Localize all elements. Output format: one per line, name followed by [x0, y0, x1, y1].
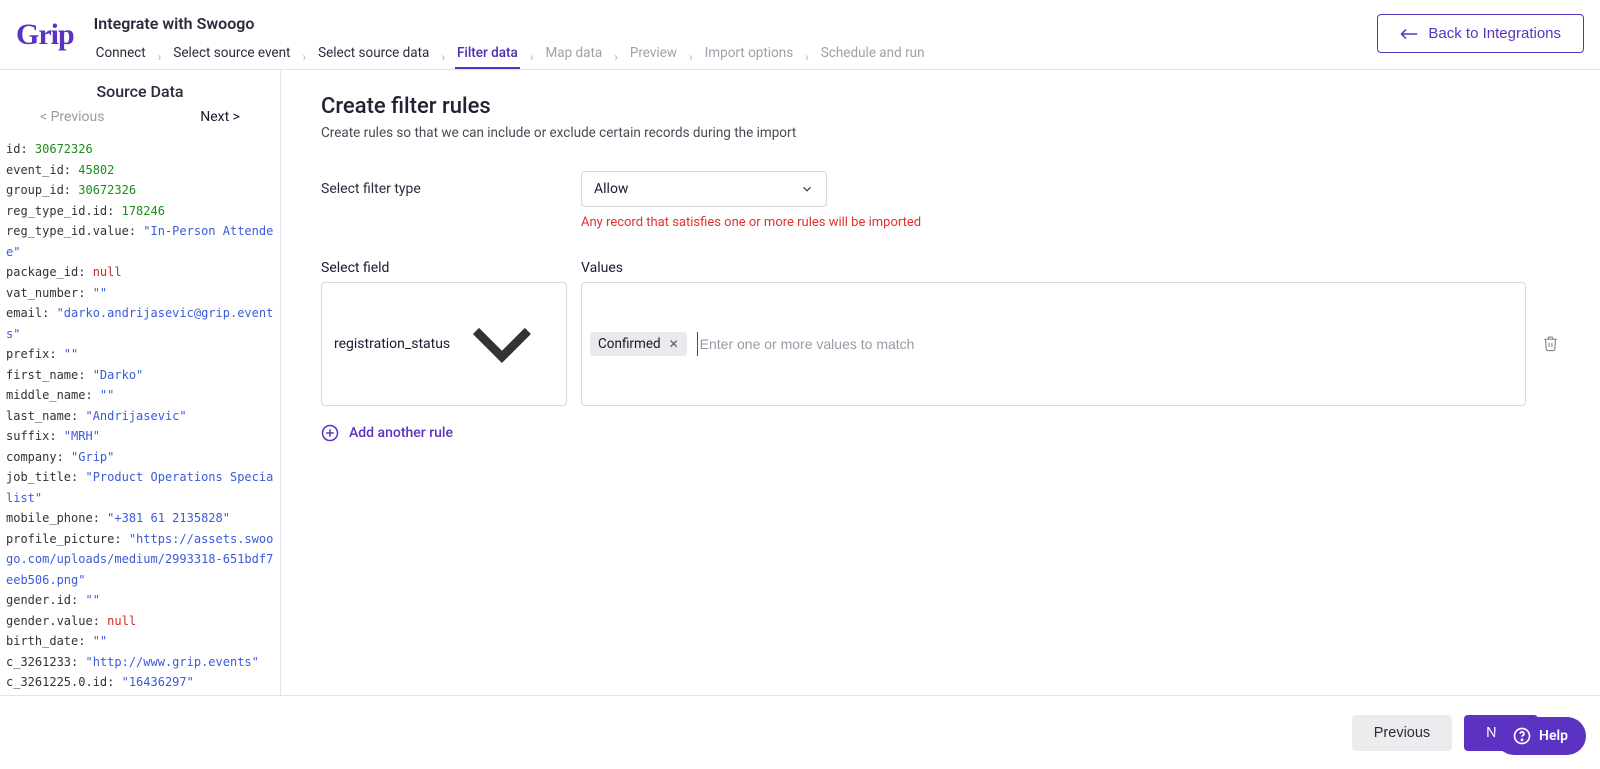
- json-line: birth_date: "": [6, 631, 274, 652]
- filter-type-help: Any record that satisfies one or more ru…: [581, 215, 1560, 230]
- json-line: mobile_phone: "+381 61 2135828": [6, 508, 274, 529]
- json-line: reg_type_id.id: 178246: [6, 201, 274, 222]
- crumb-select-source-data[interactable]: Select source data: [316, 45, 431, 69]
- chevron-down-icon: [450, 292, 554, 396]
- value-chip: Confirmed ✕: [590, 332, 687, 356]
- rule-values-input[interactable]: Confirmed ✕: [581, 282, 1526, 406]
- page-title: Integrate with Swoogo: [94, 14, 927, 33]
- crumb-select-source-event[interactable]: Select source event: [171, 45, 292, 69]
- source-data-nav: < Previous Next >: [0, 105, 280, 135]
- arrow-left-icon: [1400, 27, 1418, 41]
- json-line: last_name: "Andrijasevic": [6, 406, 274, 427]
- crumb-import-options: Import options: [703, 45, 796, 69]
- logo: Grip: [16, 14, 74, 52]
- chevron-right-icon: ›: [441, 50, 445, 64]
- chevron-right-icon: ›: [530, 50, 534, 64]
- help-fab[interactable]: Help: [1495, 717, 1586, 755]
- json-line: event_id: 45802: [6, 160, 274, 181]
- json-line: group_id: 30672326: [6, 180, 274, 201]
- rule-field-select[interactable]: registration_status: [321, 282, 567, 406]
- previous-button[interactable]: Previous: [1352, 715, 1452, 751]
- source-data-panel: Source Data < Previous Next > id: 306723…: [0, 70, 281, 695]
- chevron-down-icon: [800, 182, 814, 196]
- json-line: gender.value: null: [6, 611, 274, 632]
- source-data-title: Source Data: [0, 70, 280, 105]
- filter-type-value: Allow: [594, 181, 628, 197]
- chevron-right-icon: ›: [689, 50, 693, 64]
- filter-type-select[interactable]: Allow: [581, 171, 827, 207]
- json-line: gender.id: "": [6, 590, 274, 611]
- delete-rule-button[interactable]: [1540, 282, 1560, 406]
- breadcrumb: Connect › Select source event › Select sourc…: [94, 45, 927, 69]
- chevron-right-icon: ›: [805, 50, 809, 64]
- help-fab-label: Help: [1539, 728, 1568, 744]
- add-rule-label: Add another rule: [349, 425, 453, 441]
- source-data-json[interactable]: id: 30672326event_id: 45802group_id: 306…: [0, 135, 280, 695]
- chevron-right-icon: ›: [614, 50, 618, 64]
- filter-type-row: Select filter type Allow: [321, 171, 1560, 207]
- plus-circle-icon: [321, 424, 339, 442]
- field-header: Select field: [321, 260, 581, 276]
- main-subtitle: Create rules so that we can include or e…: [321, 125, 1560, 141]
- chip-remove-icon[interactable]: ✕: [669, 337, 679, 351]
- crumb-map-data: Map data: [543, 45, 604, 69]
- crumb-filter-data[interactable]: Filter data: [455, 45, 520, 69]
- json-line: package_id: null: [6, 262, 274, 283]
- crumb-preview: Preview: [628, 45, 679, 69]
- main-content: Create filter rules Create rules so that…: [281, 70, 1600, 695]
- top-left: Grip Integrate with Swoogo Connect › Selec…: [16, 14, 927, 69]
- json-line: id: 30672326: [6, 139, 274, 160]
- back-button-label: Back to Integrations: [1428, 25, 1561, 42]
- json-line: company: "Grip": [6, 447, 274, 468]
- json-line: job_title: "Product Operations Specialis…: [6, 467, 274, 508]
- chevron-right-icon: ›: [158, 50, 162, 64]
- json-line: email: "darko.andrijasevic@grip.events": [6, 303, 274, 344]
- crumb-schedule-and-run: Schedule and run: [819, 45, 927, 69]
- title-block: Integrate with Swoogo Connect › Select sou…: [94, 14, 927, 69]
- json-line: first_name: "Darko": [6, 365, 274, 386]
- top-bar: Grip Integrate with Swoogo Connect › Selec…: [0, 0, 1600, 70]
- crumb-connect[interactable]: Connect: [94, 45, 148, 69]
- rule-field-value: registration_status: [334, 336, 450, 352]
- json-line: suffix: "MRH": [6, 426, 274, 447]
- main-heading: Create filter rules: [321, 94, 1560, 119]
- value-chip-label: Confirmed: [598, 336, 661, 352]
- json-line: c_3261225.0.id: "16436297": [6, 672, 274, 693]
- json-line: reg_type_id.value: "In-Person Attendee": [6, 221, 274, 262]
- back-to-integrations-button[interactable]: Back to Integrations: [1377, 14, 1584, 53]
- json-line: c_3261233: "http://www.grip.events": [6, 652, 274, 673]
- json-line: profile_picture: "https://assets.swoogo.…: [6, 529, 274, 591]
- values-header: Values: [581, 260, 623, 276]
- chevron-right-icon: ›: [302, 50, 306, 64]
- footer: Previous Next Help: [0, 695, 1600, 769]
- rule-row: registration_status Confirmed ✕: [321, 282, 1560, 406]
- help-icon: [1513, 727, 1531, 745]
- trash-icon: [1542, 335, 1559, 352]
- add-rule-button[interactable]: Add another rule: [321, 424, 1560, 442]
- json-line: vat_number: "": [6, 283, 274, 304]
- body: Source Data < Previous Next > id: 306723…: [0, 70, 1600, 695]
- values-text-input[interactable]: [697, 332, 1517, 356]
- rule-headers: Select field Values: [321, 260, 1560, 276]
- json-line: prefix: "": [6, 344, 274, 365]
- filter-type-label: Select filter type: [321, 181, 581, 197]
- json-line: middle_name: "": [6, 385, 274, 406]
- source-prev-button[interactable]: < Previous: [40, 109, 104, 125]
- source-next-button[interactable]: Next >: [200, 109, 240, 125]
